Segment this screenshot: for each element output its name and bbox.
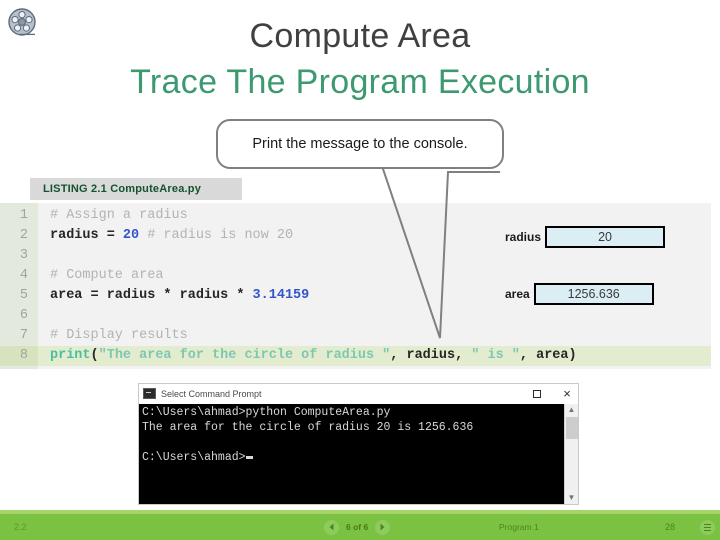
chevron-left-icon[interactable] <box>324 519 339 535</box>
console-body[interactable]: C:\Users\ahmad>python ComputeArea.py The… <box>139 404 578 504</box>
code-line-number: 3 <box>0 246 38 266</box>
variable-radius-value: 20 <box>545 226 666 248</box>
code-line-number: 8 <box>0 346 38 366</box>
footer-center-label: Program 1 <box>499 522 539 532</box>
footer-page-number: 28 <box>665 522 676 532</box>
code-token: # radius is now 20 <box>139 228 294 243</box>
variable-area-value: 1256.636 <box>533 283 654 305</box>
code-line-number: 5 <box>0 286 38 306</box>
code-token: area = radius * radius * <box>50 288 253 303</box>
callout-box: Print the message to the console. <box>216 119 504 169</box>
console-cursor <box>245 456 253 459</box>
scroll-down-icon[interactable]: ▼ <box>565 492 578 504</box>
code-line-text: area = radius * radius * 3.14159 <box>38 286 309 306</box>
code-token: 3.14159 <box>252 288 310 303</box>
code-token: , area) <box>519 348 577 363</box>
code-line-text: radius = 20 # radius is now 20 <box>38 226 293 246</box>
console-scrollbar[interactable]: ▲ ▼ <box>564 404 578 504</box>
code-line-number: 6 <box>0 306 38 326</box>
code-token: print <box>50 348 91 363</box>
code-line: 3 <box>0 246 711 266</box>
code-token: # Assign a radius <box>50 208 188 223</box>
footer-navigation: 6 of 6 <box>324 519 391 535</box>
code-line-text: # Assign a radius <box>38 206 188 226</box>
code-token: " is " <box>471 348 520 363</box>
console-titlebar[interactable]: Select Command Prompt × <box>139 384 578 404</box>
code-token: ( <box>90 348 99 363</box>
code-line: 6 <box>0 306 711 326</box>
code-line: 1 # Assign a radius <box>0 206 711 226</box>
close-icon[interactable]: × <box>560 387 574 401</box>
code-token: 20 <box>122 228 140 243</box>
console-title-text: Select Command Prompt <box>161 388 262 399</box>
scrollbar-thumb[interactable] <box>566 417 578 439</box>
code-line-number: 1 <box>0 206 38 226</box>
console-app-icon <box>143 388 156 399</box>
code-line-number: 4 <box>0 266 38 286</box>
variable-radius-label: radius <box>505 230 542 244</box>
code-token: radius = <box>50 228 123 243</box>
hamburger-menu-icon[interactable] <box>700 519 715 535</box>
code-line-number: 7 <box>0 326 38 346</box>
maximize-icon[interactable] <box>530 387 544 401</box>
listing-label-text: LISTING 2.1 ComputeArea.py <box>43 183 202 195</box>
code-line-text: # Display results <box>38 326 188 346</box>
footer-bar: 2.2 6 of 6 Program 1 28 <box>0 514 720 540</box>
slide-subtitle: Trace The Program Execution <box>130 63 590 101</box>
code-line-number: 2 <box>0 226 38 246</box>
callout-text: Print the message to the console. <box>252 136 468 152</box>
code-line: 8 print("The area for the circle of radiu… <box>0 346 711 366</box>
console-output: C:\Users\ahmad>python ComputeArea.py The… <box>142 406 474 464</box>
code-token: # Display results <box>50 328 188 343</box>
variable-area-label: area <box>505 287 530 301</box>
console-window-buttons: × <box>530 384 574 404</box>
code-token: # Compute area <box>50 268 164 283</box>
scroll-up-icon[interactable]: ▲ <box>565 404 578 416</box>
slide-canvas: Compute Area Trace The Program Execution… <box>0 0 720 540</box>
slide-title: Compute Area <box>249 17 471 55</box>
command-prompt-window: Select Command Prompt × C:\Users\ahmad>p… <box>138 383 579 505</box>
code-token: "The area for the circle of radius " <box>98 348 391 363</box>
footer-section-number: 2.2 <box>14 522 27 532</box>
listing-label: LISTING 2.1 ComputeArea.py <box>30 178 242 200</box>
variable-radius: radius 20 <box>505 226 666 248</box>
chevron-right-icon[interactable] <box>375 519 391 535</box>
variable-area: area 1256.636 <box>505 283 654 305</box>
code-token: , radius, <box>390 348 472 363</box>
code-line-text: print("The area for the circle of radius… <box>38 346 577 366</box>
code-line: 7 # Display results <box>0 326 711 346</box>
code-line-text: # Compute area <box>38 266 163 286</box>
footer-page-count: 6 of 6 <box>346 522 369 532</box>
